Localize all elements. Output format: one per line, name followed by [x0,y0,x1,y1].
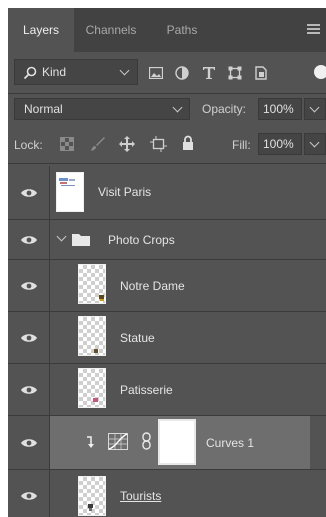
visit-paris-thumbnail-image [59,178,75,186]
visibility-toggle[interactable] [8,312,50,363]
eye-icon [20,492,37,500]
lock-row: Lock: Fill: 100% [8,126,326,162]
fill-label: Fill: [232,138,251,152]
layer-name: Visit Paris [98,185,152,199]
visibility-toggle[interactable] [8,416,50,469]
filter-toggle-icon[interactable] [314,65,326,79]
layer-name: Tourists [120,489,162,503]
filter-type-layers-icon[interactable] [198,58,220,88]
chevron-down-icon [309,137,320,148]
clipping-mask-arrow-icon [87,436,94,448]
filter-shape-layers-icon[interactable] [224,58,246,88]
layer-row-visit-paris[interactable]: Visit Paris [8,166,326,220]
visibility-toggle[interactable] [8,364,50,415]
blend-row: Normal Opacity: 100% [8,94,326,124]
layer-group-name: Photo Crops [108,233,175,247]
chevron-down-icon [119,65,130,76]
fill-field[interactable]: 100% [258,133,302,155]
layer-row-curves-1[interactable]: Curves 1 [8,416,326,470]
tourists-thumbnail-image [88,504,93,511]
notre-dame-thumbnail-image [99,295,104,301]
opacity-value: 100% [263,102,294,116]
panel-tab-bar: Layers Channels Paths [8,8,326,52]
layer-row-patisserie[interactable]: Patisserie [8,364,326,416]
lock-all-icon[interactable] [182,135,194,151]
tab-layers[interactable]: Layers [8,8,74,52]
filter-smart-objects-icon[interactable] [250,58,272,88]
layer-row-statue[interactable]: Statue [8,312,326,364]
opacity-label: Opacity: [202,102,247,116]
folder-icon [72,234,90,246]
eye-icon [20,281,37,290]
curves-adjustment-icon [108,433,128,450]
layer-row-tourists[interactable]: Tourists [8,470,326,517]
panel-menu-icon[interactable] [307,24,320,34]
lock-position-move-icon[interactable] [119,136,135,152]
layer-thumbnail [78,368,106,408]
statue-thumbnail-image [94,349,98,353]
filter-adjustment-layers-icon[interactable] [171,58,193,88]
blend-mode-select[interactable]: Normal [14,98,190,120]
filter-row: Kind [8,54,326,92]
search-icon [23,66,37,80]
lock-image-pixels-brush-icon[interactable] [90,136,106,152]
opacity-field[interactable]: 100% [258,98,302,120]
filter-kind-select[interactable]: Kind [14,59,138,85]
tab-channels[interactable]: Channels [74,8,148,52]
layer-name: Notre Dame [120,279,185,293]
lock-transparent-pixels-icon[interactable] [60,137,74,151]
layer-thumbnail [78,264,106,304]
eye-icon [20,188,37,197]
layer-group-photo-crops[interactable]: Photo Crops [8,220,326,260]
layer-thumbnail [78,316,106,356]
layers-panel: Layers Channels Paths Kind Normal Opacit… [8,8,326,517]
layer-row-notre-dame[interactable]: Notre Dame [8,260,326,312]
layer-name: Patisserie [120,383,173,397]
lock-artboard-nesting-icon[interactable] [150,136,167,152]
blend-mode-value: Normal [24,102,63,116]
layer-name: Curves 1 [206,436,255,450]
mask-link-chain-icon[interactable] [142,432,151,450]
fill-value: 100% [263,137,294,151]
chevron-down-icon [172,102,183,113]
chevron-down-icon [309,102,320,113]
layer-thumbnail [78,476,106,516]
eye-icon [20,333,37,342]
patisserie-thumbnail-image [93,398,98,402]
layers-list: Visit Paris Photo Crops Notre Dame Statu… [8,164,326,517]
layer-name: Statue [120,331,155,345]
opacity-dropdown[interactable] [304,98,326,120]
eye-icon [20,438,37,447]
lock-label: Lock: [14,138,43,152]
layer-mask-thumbnail[interactable] [158,419,196,465]
filter-pixel-layers-icon[interactable] [145,58,167,88]
visibility-toggle[interactable] [8,220,50,259]
filter-kind-label: Kind [42,65,67,79]
visibility-toggle[interactable] [8,470,50,517]
eye-icon [20,385,37,394]
visibility-toggle[interactable] [8,260,50,311]
visibility-toggle[interactable] [8,166,50,219]
fill-dropdown[interactable] [304,133,326,155]
group-expand-chevron-icon[interactable] [56,231,67,242]
tab-paths[interactable]: Paths [150,8,214,52]
eye-icon [20,235,37,244]
layer-thumbnail [56,172,84,212]
